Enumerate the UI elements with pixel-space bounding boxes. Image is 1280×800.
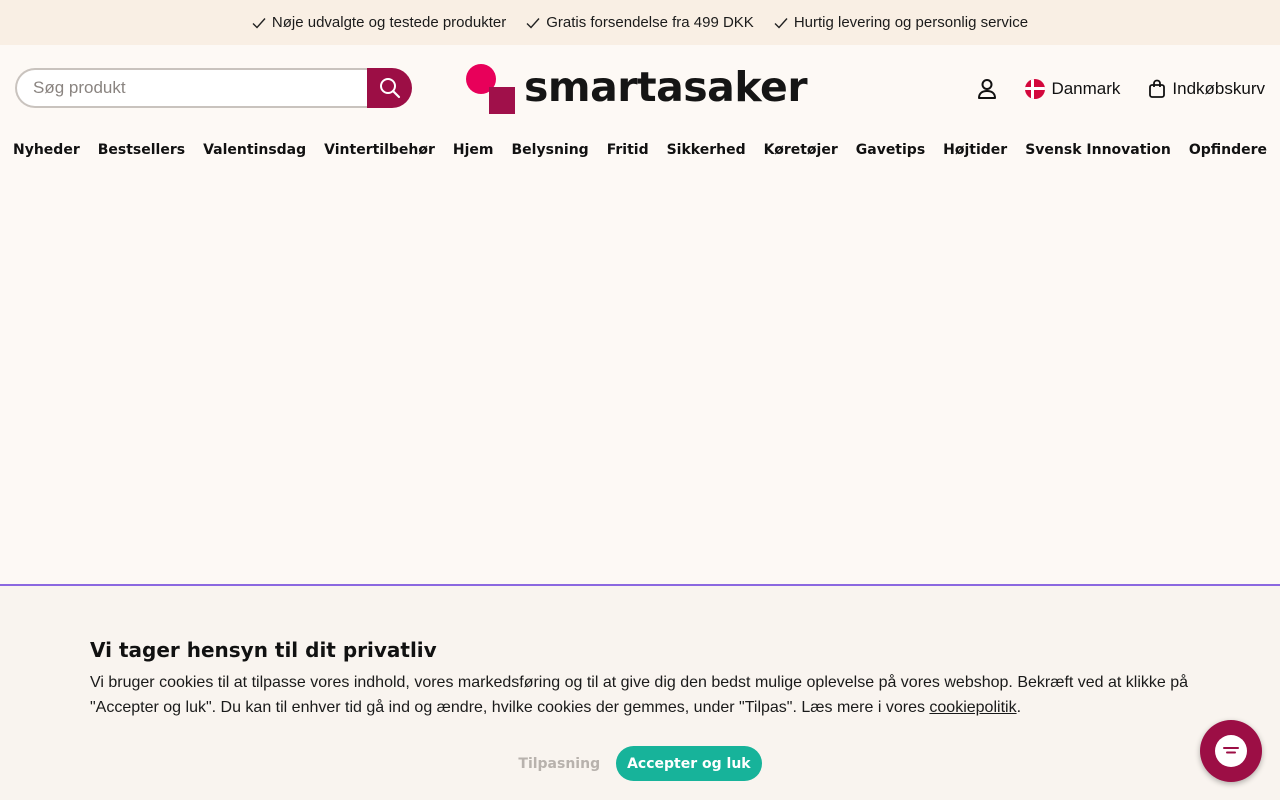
user-icon — [978, 79, 997, 99]
cookie-title: Vi tager hensyn til dit privatliv — [90, 638, 437, 662]
customize-button[interactable]: Tilpasning — [518, 748, 600, 780]
cookie-banner: Vi tager hensyn til dit privatliv Vi bru… — [0, 584, 1280, 800]
chat-button[interactable] — [1200, 720, 1262, 782]
usp-text: Hurtig levering og personlig service — [793, 14, 1029, 31]
nav-item-gavetips[interactable]: Gavetips — [856, 142, 925, 166]
chat-icon — [1215, 735, 1247, 767]
main-nav: Nyheder Bestsellers Valentinsdag Vintert… — [0, 142, 1280, 166]
usp-item: Nøje udvalgte og testede produkter — [252, 14, 506, 31]
denmark-flag-icon — [1025, 79, 1046, 99]
usp-item: Hurtig levering og personlig service — [774, 14, 1028, 31]
nav-item-svensk-innovation[interactable]: Svensk Innovation — [1025, 142, 1171, 166]
logo-mark — [466, 64, 516, 114]
nav-item-koretojer[interactable]: Køretøjer — [764, 142, 838, 166]
cart-label: Indkøbskurv — [1172, 79, 1265, 98]
search-input[interactable] — [15, 68, 367, 108]
cookie-body: Vi bruger cookies til at tilpasse vores … — [90, 674, 1189, 716]
shopping-bag-icon — [1149, 79, 1166, 98]
nav-item-valentinsdag[interactable]: Valentinsdag — [203, 142, 306, 166]
nav-item-fritid[interactable]: Fritid — [607, 142, 649, 166]
usp-item: Gratis forsendelse fra 499 DKK — [526, 14, 754, 31]
usp-bar: Nøje udvalgte og testede produkter Grati… — [0, 0, 1280, 45]
nav-item-belysning[interactable]: Belysning — [512, 142, 589, 166]
check-icon — [774, 17, 788, 29]
search-icon — [379, 78, 400, 99]
logo-text: smartasaker — [524, 63, 808, 111]
usp-text: Gratis forsendelse fra 499 DKK — [546, 14, 754, 31]
nav-item-nyheder[interactable]: Nyheder — [13, 142, 80, 166]
check-icon — [252, 17, 266, 29]
accept-button[interactable]: Accepter og luk — [616, 746, 762, 781]
cart-button[interactable]: Indkøbskurv — [1148, 79, 1265, 99]
nav-item-hjem[interactable]: Hjem — [453, 142, 494, 166]
nav-item-vintertilbehor[interactable]: Vintertilbehør — [324, 142, 435, 166]
logo-link[interactable]: smartasaker — [466, 62, 808, 114]
cookie-text-end: . — [1016, 699, 1022, 716]
search-form — [15, 68, 412, 108]
nav-item-opfindere[interactable]: Opfindere — [1189, 142, 1267, 166]
nav-item-hojtider[interactable]: Højtider — [943, 142, 1007, 166]
cookie-policy-link[interactable]: cookiepolitik — [929, 699, 1016, 716]
site-header: smartasaker Danmark Indkøbskurv — [0, 45, 1280, 135]
country-label: Danmark — [1051, 79, 1121, 98]
usp-text: Nøje udvalgte og testede produkter — [271, 14, 507, 31]
account-button[interactable] — [977, 78, 997, 100]
header-actions: Danmark Indkøbskurv — [977, 75, 1265, 103]
nav-item-sikkerhed[interactable]: Sikkerhed — [667, 142, 746, 166]
nav-item-bestsellers[interactable]: Bestsellers — [98, 142, 185, 166]
check-icon — [526, 17, 540, 29]
cookie-actions: Tilpasning Accepter og luk — [0, 746, 1280, 781]
country-selector[interactable]: Danmark — [1025, 79, 1120, 99]
search-button[interactable] — [367, 68, 412, 108]
cookie-text: Vi bruger cookies til at tilpasse vores … — [90, 670, 1190, 720]
